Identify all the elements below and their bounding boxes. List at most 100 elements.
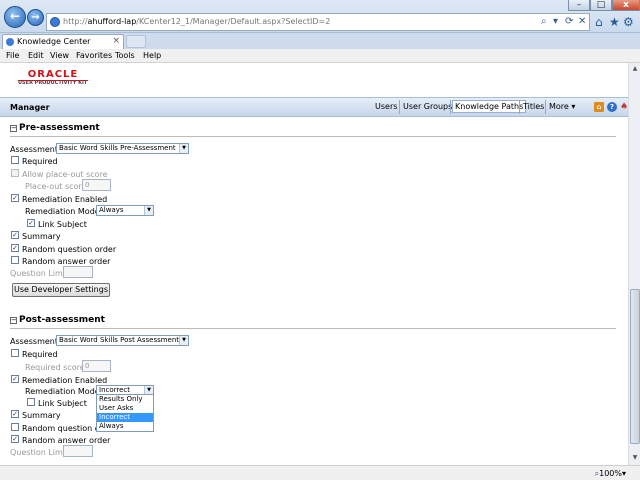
back-arrow-icon: ← <box>9 9 21 23</box>
pre-assessment-label: Assessment: <box>10 145 61 154</box>
chevron-down-icon: ▼ <box>144 206 153 215</box>
nav-divider <box>450 100 451 114</box>
pre-remediation-checkbox[interactable]: ✓ <box>11 194 19 202</box>
option-incorrect[interactable]: Incorrect <box>97 413 153 422</box>
allow-placeout-checkbox[interactable] <box>11 169 19 177</box>
pre-summary-checkbox[interactable]: ✓ <box>11 231 19 239</box>
post-random-question-checkbox[interactable] <box>11 423 19 431</box>
scroll-up-icon[interactable]: ▲ <box>630 64 640 74</box>
pre-random-answer-checkbox[interactable] <box>11 256 19 264</box>
placeout-score-label: Place-out score: <box>25 182 90 191</box>
option-user-asks[interactable]: User Asks <box>97 404 153 413</box>
url-text: http://ahufford-lap/KCenter12_1/Manager/… <box>63 17 331 26</box>
scroll-down-icon[interactable]: ▼ <box>630 453 640 463</box>
forward-button[interactable]: → <box>27 9 44 26</box>
menu-tools[interactable]: Tools <box>115 51 135 60</box>
logo-oracle-text: ORACLE <box>27 69 79 80</box>
refresh-icon[interactable]: ⟳ <box>565 16 573 27</box>
page-viewport: ORACLE USER PRODUCTIVITY KIT Manager Use… <box>0 63 628 465</box>
pre-question-limit-label: Question Limit: <box>10 269 71 278</box>
minimize-button[interactable]: – <box>568 0 590 11</box>
new-tab-button[interactable] <box>126 35 146 48</box>
address-bar[interactable]: http://ahufford-lap/KCenter12_1/Manager/… <box>46 13 590 31</box>
post-modes-label: Remediation Modes: <box>25 387 107 396</box>
search-icon[interactable]: ⌕ <box>541 16 547 27</box>
option-always[interactable]: Always <box>97 422 153 431</box>
scrollbar-thumb[interactable] <box>630 289 640 444</box>
nav-titles[interactable]: Titles <box>523 102 544 111</box>
favorites-star-icon[interactable]: ★ <box>609 15 620 29</box>
nav-knowledge-paths[interactable]: Knowledge Paths <box>452 100 527 113</box>
chevron-down-icon: ▾ <box>621 469 626 478</box>
pre-summary-label: Summary <box>22 232 61 241</box>
post-assessment-heading[interactable]: − Post-assessment <box>10 315 105 325</box>
post-remediation-label: Remediation Enabled <box>22 376 108 385</box>
favicon-icon <box>6 38 14 46</box>
post-link-subject-checkbox[interactable] <box>27 398 35 406</box>
pre-random-question-checkbox[interactable]: ✓ <box>11 244 19 252</box>
menu-help[interactable]: Help <box>143 51 161 60</box>
page-title: Manager <box>10 103 50 112</box>
pre-question-limit-input[interactable] <box>63 266 93 278</box>
menu-file[interactable]: File <box>6 51 19 60</box>
dropdown-arrow-icon[interactable]: ▾ <box>553 16 558 27</box>
pre-random-answer-label: Random answer order <box>22 257 111 266</box>
required-score-label: Required score: <box>25 363 88 372</box>
menu-view[interactable]: View <box>50 51 69 60</box>
tools-gear-icon[interactable]: ⚙ <box>623 15 634 29</box>
tab-knowledge-center[interactable]: Knowledge Center × <box>2 34 124 49</box>
page-icon <box>50 17 60 27</box>
collapse-icon[interactable]: − <box>10 125 17 132</box>
close-window-button[interactable]: x <box>612 0 640 11</box>
pre-modes-label: Remediation Modes: <box>25 207 107 216</box>
forward-arrow-icon: → <box>31 12 40 23</box>
nav-user-groups[interactable]: User Groups <box>403 102 452 111</box>
post-required-checkbox[interactable] <box>11 349 19 357</box>
nav-more[interactable]: More ▾ <box>549 102 575 111</box>
required-score-input[interactable]: 0 <box>82 360 111 372</box>
post-assessment-select[interactable]: Basic Word Skills Post Assessment ▼ <box>56 335 189 346</box>
menu-bar: File Edit View Favorites Tools Help <box>0 49 640 63</box>
post-summary-checkbox[interactable]: ✓ <box>11 410 19 418</box>
home-icon[interactable]: ⌂ <box>595 15 603 29</box>
section-divider <box>10 136 616 137</box>
home-icon[interactable]: ⌂ <box>594 102 604 112</box>
post-remediation-checkbox[interactable]: ✓ <box>11 375 19 383</box>
pre-random-question-label: Random question order <box>22 245 117 254</box>
logo-underline <box>18 80 88 81</box>
menu-edit[interactable]: Edit <box>28 51 44 60</box>
post-question-limit-input[interactable] <box>63 445 93 457</box>
post-question-limit-label: Question Limit: <box>10 448 71 457</box>
back-button[interactable]: ← <box>4 6 26 28</box>
tab-row: Knowledge Center × <box>0 33 640 49</box>
stop-icon[interactable]: ✕ <box>578 16 586 27</box>
allow-placeout-label: Allow place-out score <box>22 170 108 179</box>
collapse-icon[interactable]: − <box>10 317 17 324</box>
pre-required-checkbox[interactable] <box>11 156 19 164</box>
post-assessment-label: Assessment: <box>10 337 61 346</box>
pre-link-subject-label: Link Subject <box>38 220 87 229</box>
pre-link-subject-checkbox[interactable]: ✓ <box>27 219 35 227</box>
post-link-subject-label: Link Subject <box>38 399 87 408</box>
chevron-down-icon: ▼ <box>179 144 188 153</box>
help-icon[interactable]: ? <box>607 102 617 112</box>
option-results-only[interactable]: Results Only <box>97 395 153 404</box>
post-random-answer-checkbox[interactable]: ✓ <box>11 435 19 443</box>
nav-users[interactable]: Users <box>375 102 397 111</box>
vertical-scrollbar[interactable]: ▲ ▼ <box>628 63 640 465</box>
pre-modes-select[interactable]: Always ▼ <box>96 205 154 216</box>
tab-close-icon[interactable]: × <box>112 36 120 46</box>
oracle-logo: ORACLE USER PRODUCTIVITY KIT <box>18 69 88 86</box>
nav-divider <box>399 100 400 114</box>
options-icon[interactable]: ♠ <box>619 102 628 112</box>
menu-favorites[interactable]: Favorites <box>76 51 112 60</box>
tab-title: Knowledge Center <box>17 37 91 46</box>
pre-assessment-select[interactable]: Basic Word Skills Pre-Assessment ▼ <box>56 143 189 154</box>
maximize-button[interactable]: □ <box>590 0 612 11</box>
pre-remediation-label: Remediation Enabled <box>22 195 108 204</box>
zoom-level[interactable]: ⌕100%▾ <box>595 469 626 479</box>
browser-titlebar: ← → http://ahufford-lap/KCenter12_1/Mana… <box>0 0 640 33</box>
placeout-score-input[interactable]: 0 <box>82 179 111 191</box>
pre-assessment-heading[interactable]: − Pre-assessment <box>10 123 100 133</box>
use-developer-settings-button[interactable]: Use Developer Settings <box>12 283 110 297</box>
